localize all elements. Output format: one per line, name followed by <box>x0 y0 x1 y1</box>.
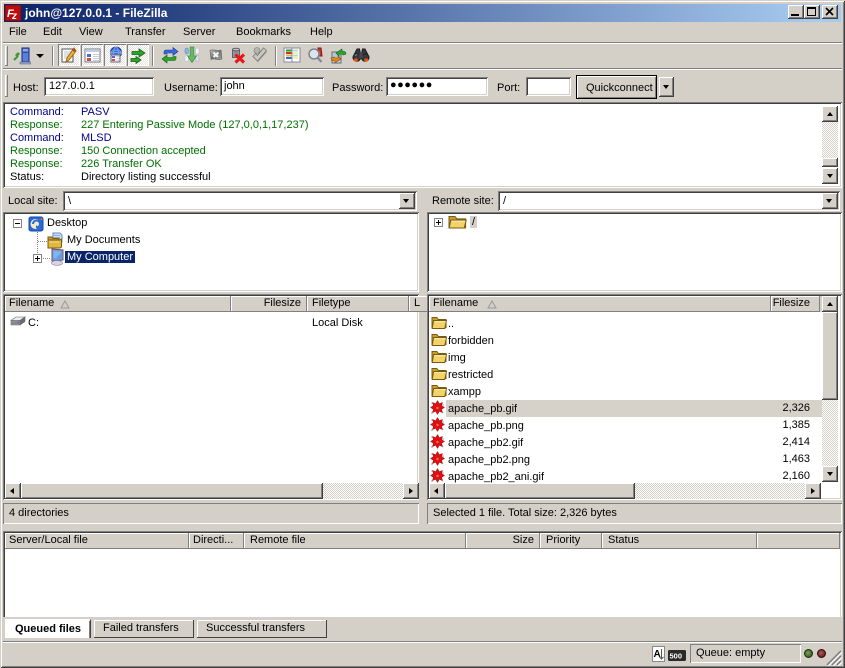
svg-text:z: z <box>11 11 17 21</box>
svg-text:500: 500 <box>670 652 683 661</box>
svg-text:A: A <box>654 649 661 660</box>
